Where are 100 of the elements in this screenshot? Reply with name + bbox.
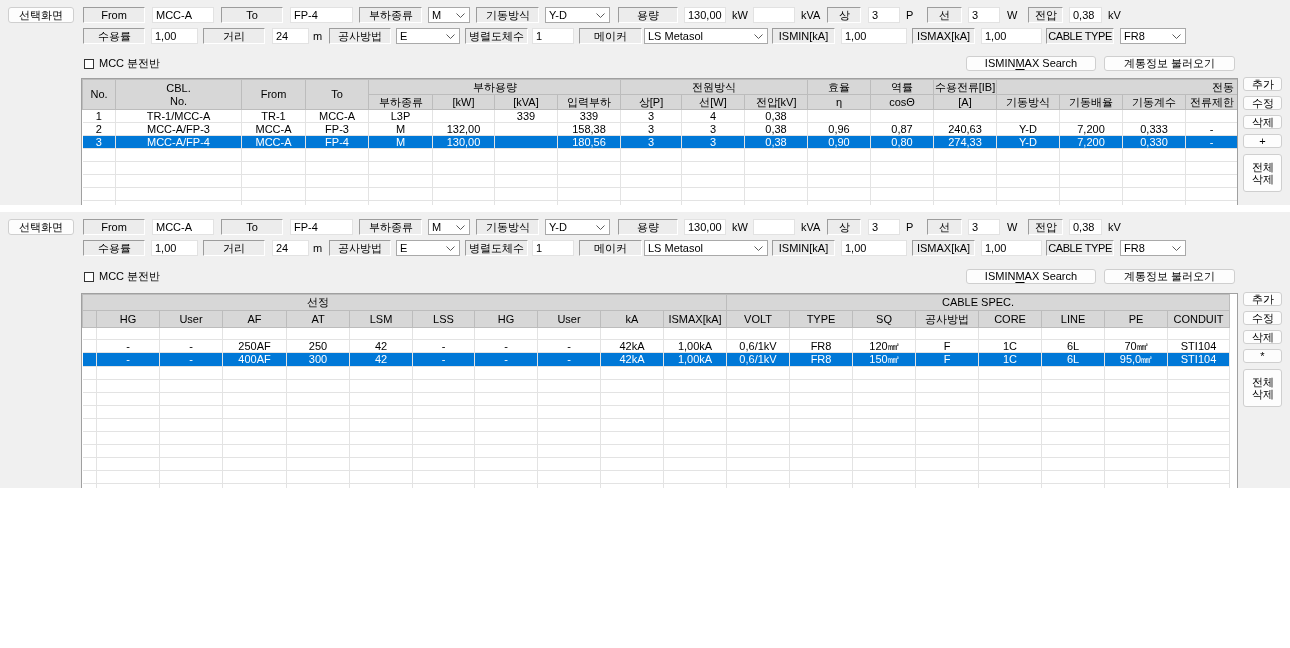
table-cell: FP-3 [305,122,369,136]
text-field[interactable]: MCC-A [152,219,214,235]
table-cell: FR8 [789,339,853,353]
unit-label: m [313,28,324,44]
text-field[interactable]: 1,00 [151,240,198,256]
table-cell: L3P [368,109,433,123]
unit-label: kVA [801,219,822,235]
text-field[interactable]: 3 [968,7,1000,23]
text-field[interactable] [753,219,795,235]
field-label: 수용률 [83,28,145,44]
field-label: ISMIN[kA] [772,28,835,44]
action-button[interactable]: * [1243,349,1282,363]
text-field[interactable]: 0,38 [1069,7,1102,23]
column-group-header: 효율 [807,79,871,95]
unit-label: kVA [801,7,822,23]
table-cell: 150㎟ [852,352,916,367]
table-cell: MCC-A [241,135,306,149]
table-cell: 0,6/1kV [726,339,790,353]
field-label: ISMIN[kA] [772,240,835,256]
text-field[interactable]: 130,00 [684,7,726,23]
field-label: 전압 [1028,7,1063,23]
text-field[interactable]: 1,00 [151,28,198,44]
dropdown[interactable]: FR8 [1120,28,1186,44]
add-button[interactable]: 추가 [1243,77,1282,91]
toolbar-button[interactable]: 선택화면 [8,219,74,235]
table-cell: MCC-A [241,122,306,136]
field-label: To [221,219,283,235]
table-cell: 42kA [600,339,664,353]
field-label: 용량 [618,7,678,23]
chevron-down-icon [1172,33,1181,39]
dropdown[interactable]: E [396,28,460,44]
table-cell: 3 [620,135,682,149]
table-cell: TR-1/MCC-A [115,109,242,123]
field-label: CABLE TYPE [1046,240,1114,256]
text-field[interactable]: 1,00 [841,28,907,44]
column-group-header: 선정 [82,294,727,311]
dropdown[interactable]: LS Metasol [644,28,768,44]
checkbox[interactable] [84,271,94,282]
delete-button[interactable]: 삭제 [1243,115,1282,129]
field-label: 병렬도체수 [465,28,528,44]
text-field[interactable] [753,7,795,23]
table-cell: - [1185,122,1237,136]
dropdown[interactable]: E [396,240,460,256]
text-field[interactable]: 1,00 [841,240,907,256]
table-cell: 3 [681,135,745,149]
search-button[interactable]: ISMINMAX Search [966,269,1096,284]
table-cell: 70㎟ [1104,339,1168,353]
dropdown[interactable]: M [428,219,470,235]
table-cell: - [474,339,538,353]
dropdown[interactable]: M [428,7,470,23]
table-cell: 120㎟ [852,339,916,353]
delete-all-button[interactable]: 전체 삭제 [1243,369,1282,407]
table-cell: 3 [620,109,682,123]
toolbar-button[interactable]: 선택화면 [8,7,74,23]
delete-button[interactable]: 삭제 [1243,330,1282,344]
chevron-down-icon [456,12,465,18]
action-button[interactable]: + [1243,134,1282,148]
table-cell: Y-D [996,135,1060,149]
dropdown[interactable]: Y-D [545,7,610,23]
text-field[interactable]: 3 [868,219,900,235]
text-field[interactable]: 24 [272,28,309,44]
dropdown[interactable]: FR8 [1120,240,1186,256]
text-field[interactable]: 130,00 [684,219,726,235]
search-button[interactable]: ISMINMAX Search [966,56,1096,71]
text-field[interactable]: 1,00 [981,28,1042,44]
table-cell: F [915,352,979,367]
dropdown[interactable]: LS Metasol [644,240,768,256]
table-cell: - [159,339,223,353]
table-cell: - [474,352,538,367]
table-cell: MCC-A [305,109,369,123]
table-cell: - [412,339,475,353]
add-button[interactable]: 추가 [1243,292,1282,306]
text-field[interactable]: 24 [272,240,309,256]
text-field[interactable]: 1,00 [981,240,1042,256]
dropdown[interactable]: Y-D [545,219,610,235]
delete-all-button[interactable]: 전체 삭제 [1243,154,1282,192]
field-label: CABLE TYPE [1046,28,1114,44]
text-field[interactable]: 1 [532,28,574,44]
load-button[interactable]: 계통정보 불러오기 [1104,269,1235,284]
field-label: 부하종류 [359,7,422,23]
edit-button[interactable]: 수정 [1243,311,1282,325]
unit-label: m [313,240,324,256]
table-cell: 6L [1041,339,1105,353]
text-field[interactable]: FP-4 [290,7,353,23]
text-field[interactable]: MCC-A [152,7,214,23]
text-field[interactable]: 3 [868,7,900,23]
edit-button[interactable]: 수정 [1243,96,1282,110]
load-button[interactable]: 계통정보 불러오기 [1104,56,1235,71]
text-field[interactable]: 3 [968,219,1000,235]
text-field[interactable]: 0,38 [1069,219,1102,235]
table-cell: 300 [286,352,350,367]
table-cell: 0,6/1kV [726,352,790,367]
table-cell: 0,38 [744,122,808,136]
text-field[interactable]: 1 [532,240,574,256]
checkbox[interactable] [84,58,94,69]
table-cell: M [368,135,433,149]
table-cell: 0,87 [870,122,934,136]
column-group-header: 전원방식 [620,79,808,95]
unit-label: W [1007,7,1019,23]
text-field[interactable]: FP-4 [290,219,353,235]
